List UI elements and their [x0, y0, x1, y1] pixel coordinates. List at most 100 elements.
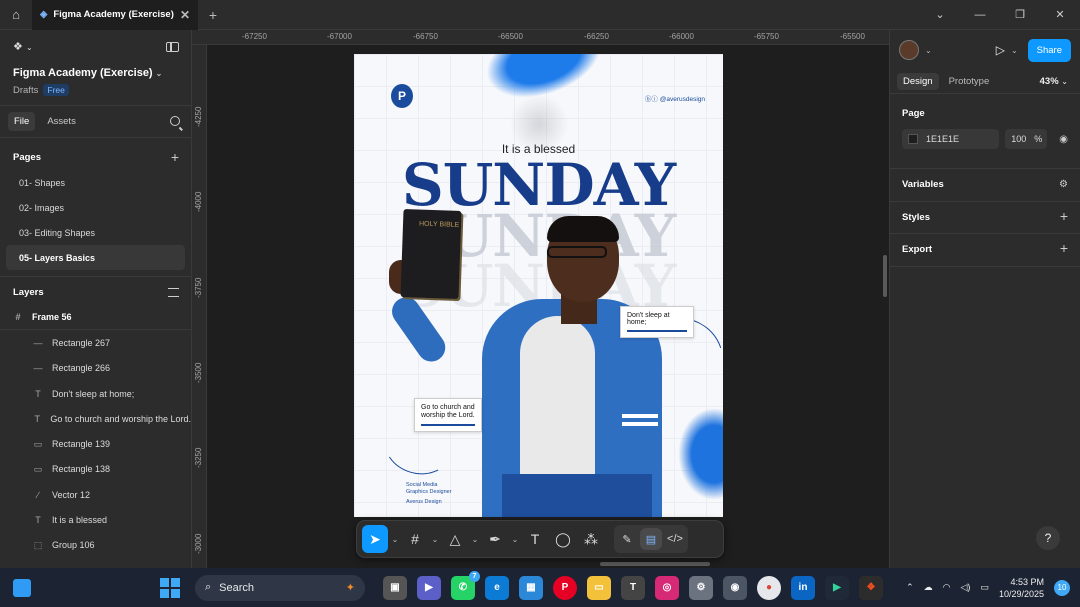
tab-assets[interactable]: Assets	[41, 112, 82, 131]
start-button[interactable]	[157, 575, 183, 601]
store-icon[interactable]: ▦	[519, 575, 543, 600]
page-item[interactable]: 03- Editing Shapes	[6, 220, 185, 245]
minimize-button[interactable]: —	[960, 0, 1000, 30]
battery-icon[interactable]: ▭	[980, 582, 989, 593]
ruler-tick: -3000	[194, 533, 203, 554]
pen-tool-icon[interactable]: ✒	[482, 525, 508, 553]
typora-icon[interactable]: T	[621, 575, 645, 600]
main-menu-button[interactable]: ❖ ⌄	[13, 40, 178, 53]
shape-tool-icon[interactable]: △	[442, 525, 468, 553]
add-style-icon[interactable]: +	[1060, 208, 1068, 224]
chevron-down-icon[interactable]: ⌄	[925, 46, 932, 55]
chevron-up-icon[interactable]: ⌃	[906, 582, 914, 593]
canvas[interactable]: -67250 -67000 -66750 -66500 -66250 -6600…	[192, 30, 889, 568]
add-export-icon[interactable]: +	[1060, 240, 1068, 256]
ruler-tick: -66500	[498, 32, 523, 41]
chrome-icon[interactable]: ●	[757, 575, 781, 600]
layer-item[interactable]: ▭ Rectangle 139	[0, 431, 191, 456]
layer-item[interactable]: T Go to church and worship the Lord.	[0, 406, 191, 431]
wifi-icon[interactable]: ◠	[943, 582, 951, 593]
present-play-icon[interactable]: ▷	[996, 43, 1005, 57]
chevron-down-icon[interactable]: ⌄	[510, 535, 520, 544]
chevron-down-icon[interactable]: ⌄	[390, 535, 400, 544]
layer-item[interactable]: ∕ Vector 12	[0, 482, 191, 507]
avatar[interactable]	[899, 40, 919, 60]
chevron-down-icon[interactable]: ⌄	[1011, 46, 1018, 55]
draw-mode-icon[interactable]: ✎	[616, 528, 638, 550]
tab-prototype[interactable]: Prototype	[943, 73, 996, 90]
close-tab-icon[interactable]: ✕	[180, 8, 190, 22]
volume-icon[interactable]: ◁)	[961, 582, 971, 593]
color-swatch[interactable]	[908, 134, 918, 144]
settings-icon[interactable]: ⚙	[689, 575, 713, 600]
pinterest-icon[interactable]: P	[553, 575, 577, 600]
page-item[interactable]: 02- Images	[6, 195, 185, 220]
file-name[interactable]: Figma Academy (Exercise) ⌄	[13, 67, 178, 79]
zoom-level[interactable]: 43% ⌄	[1040, 76, 1073, 87]
location-label[interactable]: Drafts	[13, 85, 38, 96]
collapse-layers-icon[interactable]	[168, 287, 179, 297]
camera-icon[interactable]: ◉	[723, 575, 747, 600]
clock[interactable]: 4:53 PM 10/29/2025	[999, 576, 1044, 600]
page-item[interactable]: 01- Shapes	[6, 170, 185, 195]
page-section: Page 1E1E1E 100 % ◉	[890, 94, 1080, 169]
search-icon[interactable]	[170, 116, 180, 126]
file-tab[interactable]: ◈ Figma Academy (Exercise) ✕	[32, 0, 198, 30]
new-tab-button[interactable]: +	[198, 7, 228, 23]
horizontal-scrollbar[interactable]	[600, 562, 710, 566]
poster-frame[interactable]: P ⓑⓘ @averusdesign SUNDAY SUNDAY It is a…	[354, 54, 723, 517]
teams-icon[interactable]: ▶	[417, 575, 441, 600]
dev-mode-icon[interactable]: </>	[664, 528, 686, 550]
variables-settings-icon[interactable]: ⚙	[1059, 179, 1068, 190]
taskbar-search[interactable]: ⌕ Search ✦	[195, 574, 365, 601]
rectangle-icon: ▭	[33, 463, 43, 474]
instagram-icon[interactable]: ◎	[655, 575, 679, 600]
widgets-icon[interactable]	[5, 571, 39, 605]
chevron-down-icon[interactable]: ⌄	[430, 535, 440, 544]
add-page-icon[interactable]: +	[171, 149, 179, 165]
design-mode-icon[interactable]: ▤	[640, 528, 662, 550]
whatsapp-icon[interactable]: ✆ 7	[451, 570, 480, 600]
edge-icon[interactable]: e	[485, 575, 509, 600]
page-color-field[interactable]: 1E1E1E	[902, 129, 1000, 149]
toggle-sidebar-icon[interactable]	[166, 42, 179, 52]
layer-item[interactable]: T It is a blessed	[0, 507, 191, 532]
page-opacity-field[interactable]: 100 %	[1005, 129, 1048, 149]
layer-item[interactable]: — Rectangle 266	[0, 356, 191, 381]
home-icon[interactable]: ⌂	[0, 0, 32, 30]
page-item-active[interactable]: 05- Layers Basics	[6, 245, 185, 270]
layer-item[interactable]: — Rectangle 267	[0, 330, 191, 355]
play-store-icon[interactable]: ▶	[825, 575, 849, 600]
text-tool-icon[interactable]: T	[522, 525, 548, 553]
help-button[interactable]: ?	[1036, 526, 1060, 550]
comment-tool-icon[interactable]: ◯	[550, 525, 576, 553]
frame-icon: #	[15, 312, 21, 323]
layer-item[interactable]: T Don't sleep at home;	[0, 381, 191, 406]
chevron-down-icon[interactable]: ⌄	[920, 0, 960, 30]
eye-icon[interactable]: ◉	[1059, 134, 1068, 145]
frame-tool-icon[interactable]: #	[402, 525, 428, 553]
tab-file[interactable]: File	[8, 112, 36, 131]
share-button[interactable]: Share	[1027, 38, 1071, 62]
layer-name: Don't sleep at home;	[52, 388, 135, 399]
maximize-button[interactable]: ❐	[1000, 0, 1040, 30]
linkedin-icon[interactable]: in	[791, 575, 815, 600]
plan-badge: Free	[43, 84, 69, 96]
chevron-down-icon[interactable]: ⌄	[470, 535, 480, 544]
task-view-icon[interactable]: ▣	[383, 575, 407, 600]
close-window-button[interactable]: ✕	[1040, 0, 1080, 30]
variables-section[interactable]: Variables ⚙	[890, 169, 1080, 202]
move-tool-icon[interactable]: ➤	[362, 525, 388, 553]
file-explorer-icon[interactable]: ▭	[587, 575, 611, 600]
figma-file-icon: ◈	[40, 9, 48, 20]
notification-count[interactable]: 10	[1054, 579, 1070, 596]
tab-design[interactable]: Design	[897, 73, 939, 90]
layer-frame[interactable]: # Frame 56	[0, 305, 191, 331]
vertical-scrollbar[interactable]	[883, 255, 887, 297]
layer-item[interactable]: ⬚ Group 106	[0, 533, 191, 558]
figma-icon[interactable]: ❖	[859, 575, 883, 600]
layer-item[interactable]: ▭ Rectangle 138	[0, 457, 191, 482]
layer-name: Frame 56	[32, 312, 72, 323]
app-tray-icon[interactable]: ☁	[924, 582, 933, 593]
actions-tool-icon[interactable]: ⁂	[578, 525, 604, 553]
